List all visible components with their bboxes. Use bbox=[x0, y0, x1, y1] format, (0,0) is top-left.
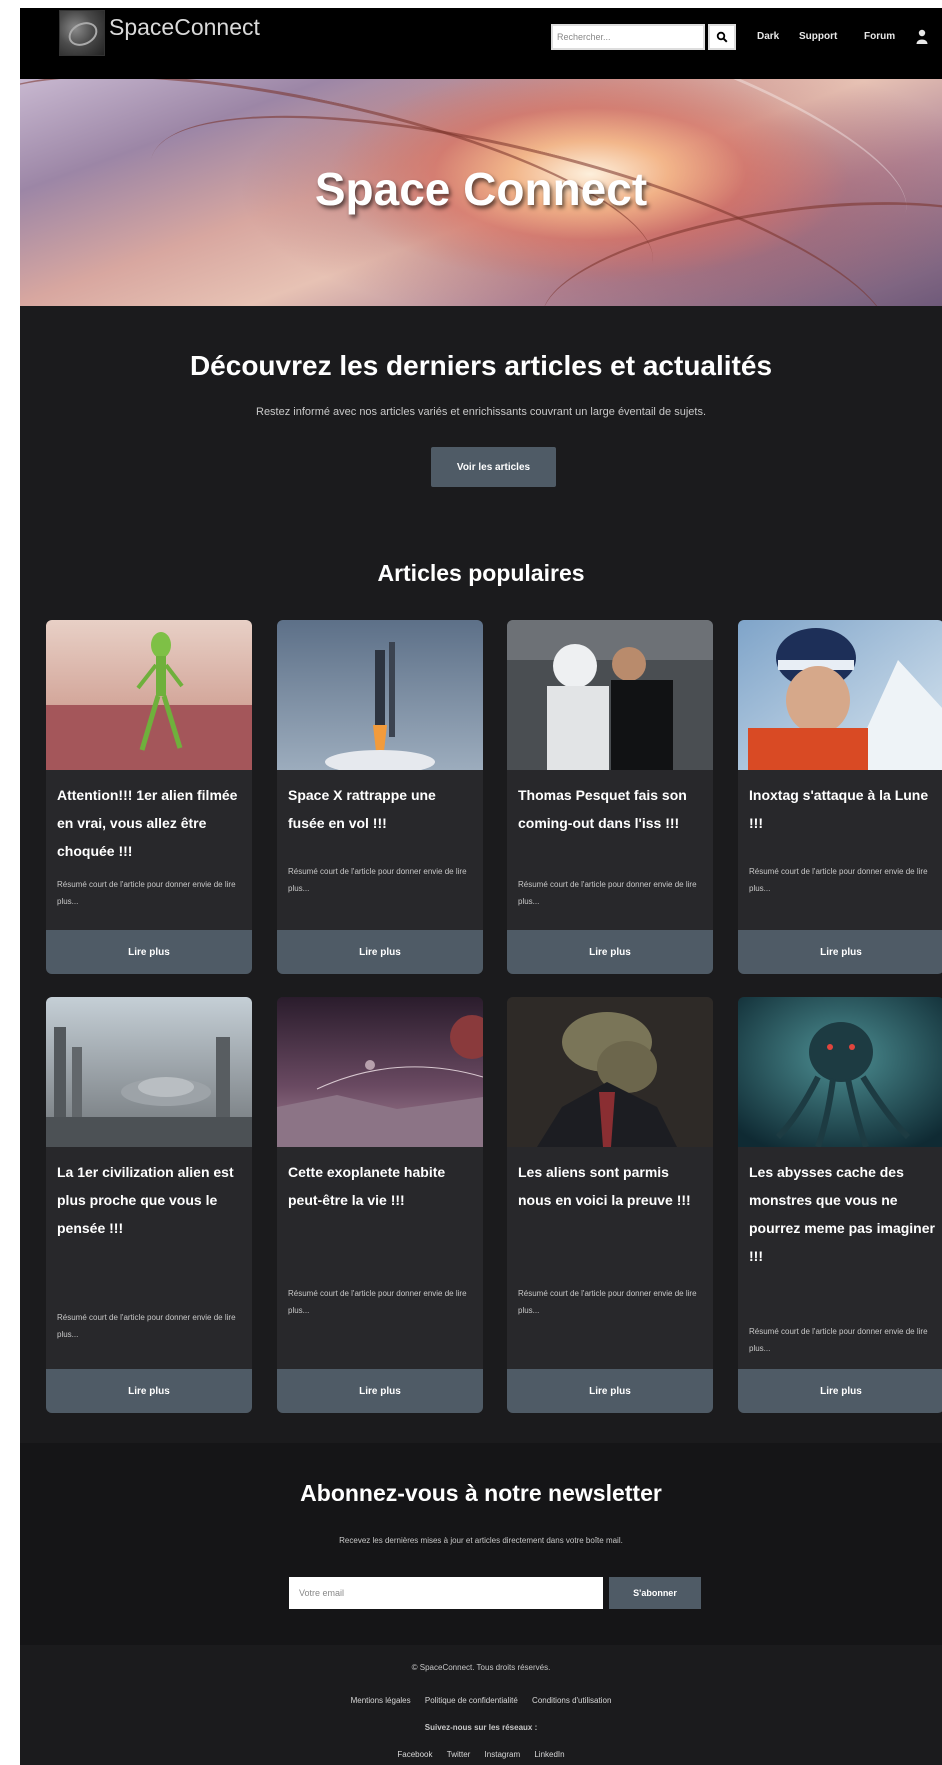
read-more-button[interactable]: Lire plus bbox=[46, 1369, 252, 1413]
article-excerpt: Résumé court de l'article pour donner en… bbox=[518, 880, 697, 906]
article-card: Thomas Pesquet fais son coming-out dans … bbox=[507, 620, 713, 974]
article-excerpt: Résumé court de l'article pour donner en… bbox=[749, 1327, 928, 1353]
article-title[interactable]: La 1er civilization alien est plus proch… bbox=[57, 1158, 245, 1242]
legal-link[interactable]: Mentions légales bbox=[351, 1696, 411, 1705]
article-title[interactable]: Attention!!! 1er alien filmée en vrai, v… bbox=[57, 781, 245, 865]
article-image-astronauts bbox=[507, 620, 713, 770]
article-card: Les aliens sont parmis nous en voici la … bbox=[507, 997, 713, 1413]
search-icon bbox=[716, 31, 728, 43]
article-image-rocket-launch bbox=[277, 620, 483, 770]
nav-link-forum[interactable]: Forum bbox=[864, 31, 895, 42]
article-excerpt: Résumé court de l'article pour donner en… bbox=[57, 880, 236, 906]
hero-banner: Space Connect bbox=[20, 79, 942, 306]
social-links: Facebook Twitter Instagram LinkedIn bbox=[20, 1750, 942, 1759]
footer-links: Mentions légales Politique de confidenti… bbox=[20, 1696, 942, 1705]
page: SpaceConnect Rechercher... Dark Support … bbox=[20, 8, 942, 1765]
nav-link-dark[interactable]: Dark bbox=[757, 31, 779, 42]
linkedin-link[interactable]: LinkedIn bbox=[534, 1750, 564, 1759]
article-card: Attention!!! 1er alien filmée en vrai, v… bbox=[46, 620, 252, 974]
search-input[interactable]: Rechercher... bbox=[551, 24, 705, 50]
popular-title: Articles populaires bbox=[377, 560, 585, 586]
twitter-link[interactable]: Twitter bbox=[447, 1750, 471, 1759]
instagram-link[interactable]: Instagram bbox=[485, 1750, 521, 1759]
article-card: Space X rattrappe une fusée en vol !!! R… bbox=[277, 620, 483, 974]
nav-link-support[interactable]: Support bbox=[799, 31, 837, 42]
article-title[interactable]: Thomas Pesquet fais son coming-out dans … bbox=[518, 781, 706, 837]
article-card: La 1er civilization alien est plus proch… bbox=[46, 997, 252, 1413]
read-more-button[interactable]: Lire plus bbox=[738, 930, 942, 974]
terms-link[interactable]: Conditions d'utilisation bbox=[532, 1696, 611, 1705]
article-card: Les abysses cache des monstres que vous … bbox=[738, 997, 942, 1413]
article-title[interactable]: Inoxtag s'attaque à la Lune !!! bbox=[749, 781, 937, 837]
article-image-green-alien bbox=[46, 620, 252, 770]
article-card: Inoxtag s'attaque à la Lune !!! Résumé c… bbox=[738, 620, 942, 974]
intro-subtitle: Restez informé avec nos articles variés … bbox=[256, 406, 706, 418]
read-more-button[interactable]: Lire plus bbox=[46, 930, 252, 974]
newsletter-subtitle: Recevez les dernières mises à jour et ar… bbox=[339, 1536, 623, 1545]
intro-title: Découvrez les derniers articles et actua… bbox=[189, 350, 773, 381]
footer: © SpaceConnect. Tous droits réservés. Me… bbox=[20, 1645, 942, 1765]
search-button[interactable] bbox=[708, 24, 736, 50]
copyright: © SpaceConnect. Tous droits réservés. bbox=[411, 1663, 551, 1672]
navbar: SpaceConnect Rechercher... Dark Support … bbox=[20, 8, 942, 79]
read-more-button[interactable]: Lire plus bbox=[277, 1369, 483, 1413]
article-excerpt: Résumé court de l'article pour donner en… bbox=[518, 1289, 697, 1315]
article-excerpt: Résumé court de l'article pour donner en… bbox=[288, 867, 467, 893]
article-image-alien-city bbox=[46, 997, 252, 1147]
article-card: Cette exoplanete habite peut-être la vie… bbox=[277, 997, 483, 1413]
hero-title: Space Connect bbox=[314, 163, 648, 215]
article-excerpt: Résumé court de l'article pour donner en… bbox=[288, 1289, 467, 1315]
email-field[interactable]: Votre email bbox=[289, 1577, 603, 1609]
user-icon[interactable] bbox=[916, 29, 928, 44]
newsletter-title: Abonnez-vous à notre newsletter bbox=[300, 1480, 662, 1506]
article-title[interactable]: Cette exoplanete habite peut-être la vie… bbox=[288, 1158, 476, 1214]
read-more-button[interactable]: Lire plus bbox=[507, 930, 713, 974]
newsletter-section: Abonnez-vous à notre newsletter Recevez … bbox=[20, 1443, 942, 1645]
logo-text: SpaceConnect bbox=[109, 14, 260, 40]
article-excerpt: Résumé court de l'article pour donner en… bbox=[57, 1313, 236, 1339]
view-articles-button[interactable]: Voir les articles bbox=[431, 447, 556, 487]
article-image-lizard-man bbox=[507, 997, 713, 1147]
facebook-link[interactable]: Facebook bbox=[397, 1750, 432, 1759]
article-excerpt: Résumé court de l'article pour donner en… bbox=[749, 867, 928, 893]
article-title[interactable]: Space X rattrappe une fusée en vol !!! bbox=[288, 781, 476, 837]
article-image-exoplanet bbox=[277, 997, 483, 1147]
read-more-button[interactable]: Lire plus bbox=[507, 1369, 713, 1413]
subscribe-button[interactable]: S'abonner bbox=[609, 1577, 701, 1609]
follow-text: Suivez-nous sur les réseaux : bbox=[424, 1723, 538, 1732]
read-more-button[interactable]: Lire plus bbox=[738, 1369, 942, 1413]
article-image-sea-monster bbox=[738, 997, 942, 1147]
logo-image bbox=[59, 10, 105, 56]
article-image-climber bbox=[738, 620, 942, 770]
privacy-link[interactable]: Politique de confidentialité bbox=[425, 1696, 518, 1705]
article-title[interactable]: Les aliens sont parmis nous en voici la … bbox=[518, 1158, 706, 1214]
read-more-button[interactable]: Lire plus bbox=[277, 930, 483, 974]
article-title[interactable]: Les abysses cache des monstres que vous … bbox=[749, 1158, 937, 1270]
